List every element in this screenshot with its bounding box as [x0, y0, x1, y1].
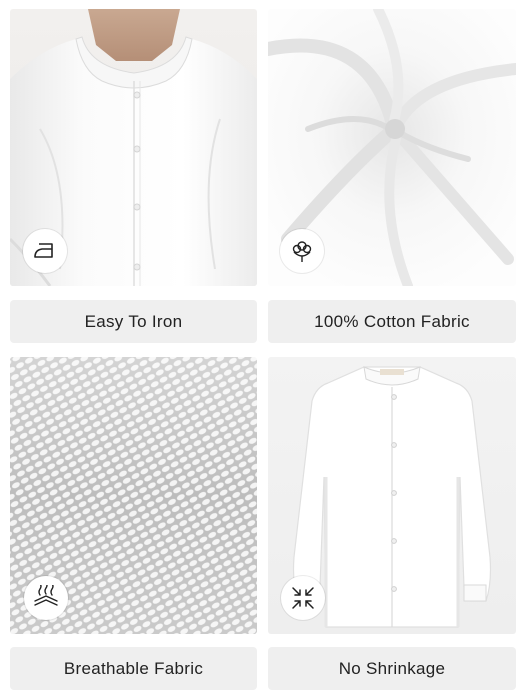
model-shirt-photo: [10, 9, 257, 286]
feature-label-cotton: 100% Cotton Fabric: [268, 300, 516, 343]
feature-label-text: No Shrinkage: [338, 658, 446, 678]
fabric-weave-closeup-photo: [10, 357, 257, 634]
feature-label-easy-to-iron: Easy To Iron: [10, 300, 257, 343]
cotton-flower-icon: [280, 229, 324, 273]
breathable-fabric-icon: [24, 576, 68, 620]
flat-shirt-photo: [268, 357, 516, 634]
feature-label-text: 100% Cotton Fabric: [314, 311, 470, 331]
feature-label-text: Easy To Iron: [84, 311, 183, 331]
feature-label-breathable: Breathable Fabric: [10, 647, 257, 690]
iron-icon: [23, 229, 67, 273]
no-shrinkage-icon: [281, 576, 325, 620]
feature-label-no-shrinkage: No Shrinkage: [268, 647, 516, 690]
feature-label-text: Breathable Fabric: [63, 658, 204, 678]
cotton-fabric-photo: [268, 9, 516, 286]
